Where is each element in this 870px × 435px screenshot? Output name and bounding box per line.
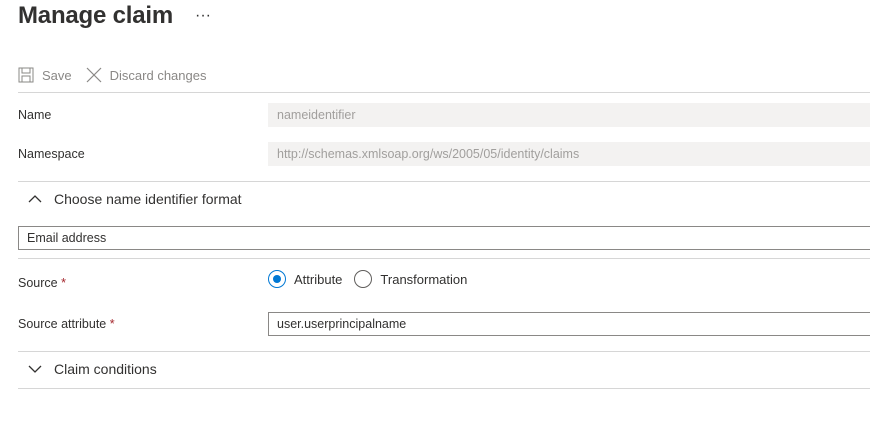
namespace-field: http://schemas.xmlsoap.org/ws/2005/05/id…: [268, 142, 870, 166]
source-attribute-dropdown[interactable]: user.userprincipalname: [268, 312, 870, 336]
radio-unchecked-icon: [354, 270, 373, 288]
save-icon: [18, 67, 34, 83]
divider: [18, 258, 870, 259]
radio-checked-icon: [268, 270, 286, 288]
discard-changes-button[interactable]: Discard changes: [86, 67, 207, 83]
radio-label: Attribute: [294, 271, 343, 287]
format-section-toggle[interactable]: Choose name identifier format: [28, 191, 242, 207]
format-section-label: Choose name identifier format: [54, 191, 242, 207]
source-transformation-radio[interactable]: Transformation: [354, 270, 467, 288]
close-icon: [86, 67, 102, 83]
source-attribute-radio[interactable]: Attribute: [268, 270, 342, 288]
chevron-down-icon: [28, 365, 42, 373]
name-field: nameidentifier: [268, 103, 870, 127]
source-label: Source *: [18, 276, 66, 290]
name-label: Name: [18, 108, 52, 122]
source-radio-group: Attribute Transformation: [268, 270, 479, 288]
command-bar: Save Discard changes: [18, 62, 220, 88]
discard-label: Discard changes: [109, 67, 207, 83]
name-identifier-format-dropdown[interactable]: Email address: [18, 226, 870, 250]
divider: [18, 181, 870, 182]
source-attribute-label: Source attribute *: [18, 317, 115, 331]
required-marker: *: [109, 317, 115, 331]
save-label: Save: [42, 67, 72, 83]
more-options-button[interactable]: ···: [193, 6, 213, 26]
save-button[interactable]: Save: [18, 67, 72, 83]
claim-conditions-label: Claim conditions: [54, 361, 157, 377]
chevron-up-icon: [28, 195, 42, 203]
divider: [18, 92, 870, 93]
required-marker: *: [61, 276, 66, 290]
page-title: Manage claim: [18, 2, 173, 29]
divider: [18, 388, 870, 389]
divider: [18, 351, 870, 352]
namespace-label: Namespace: [18, 147, 85, 161]
claim-conditions-toggle[interactable]: Claim conditions: [28, 361, 157, 377]
radio-label: Transformation: [380, 271, 468, 287]
